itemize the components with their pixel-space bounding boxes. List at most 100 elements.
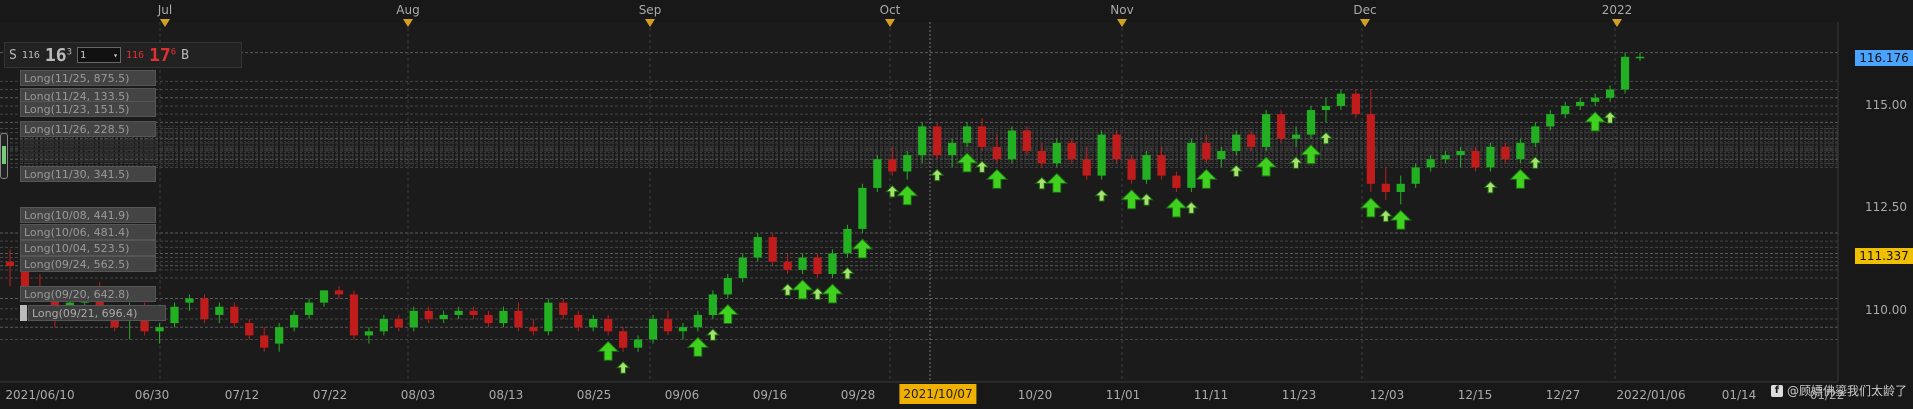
- candle-body[interactable]: [245, 323, 254, 336]
- order-label[interactable]: Long(09/21, 696.4): [28, 305, 166, 321]
- order-label[interactable]: Long(11/25, 875.5): [20, 70, 156, 86]
- candle-body[interactable]: [619, 331, 628, 348]
- candle-body[interactable]: [1605, 89, 1615, 98]
- buy-price-prefix[interactable]: 116: [126, 50, 144, 61]
- candle-body[interactable]: [858, 187, 867, 229]
- candle-body[interactable]: [1531, 126, 1540, 143]
- candle-body[interactable]: [1052, 142, 1061, 164]
- candle-body[interactable]: [873, 159, 882, 188]
- candle-body[interactable]: [589, 319, 598, 328]
- candle-body[interactable]: [813, 257, 822, 274]
- candle-body[interactable]: [768, 237, 777, 262]
- candle-body[interactable]: [1620, 56, 1630, 90]
- candle-body[interactable]: [364, 331, 374, 336]
- sell-label[interactable]: S: [9, 48, 17, 63]
- candle-body[interactable]: [334, 290, 344, 295]
- candle-body[interactable]: [1007, 130, 1017, 160]
- candle-body[interactable]: [484, 314, 493, 324]
- order-label[interactable]: Long(10/04, 523.5): [20, 240, 156, 256]
- candle-body[interactable]: [5, 261, 15, 266]
- candle-body[interactable]: [1546, 114, 1555, 127]
- candle-body[interactable]: [783, 261, 792, 270]
- candle-body[interactable]: [1142, 155, 1151, 180]
- candle-body[interactable]: [1306, 110, 1316, 135]
- candle-body[interactable]: [753, 237, 762, 258]
- candle-body[interactable]: [155, 327, 164, 332]
- candle-body[interactable]: [663, 319, 673, 332]
- candle-body[interactable]: [409, 310, 418, 328]
- candle-body[interactable]: [260, 335, 269, 348]
- quantity-select[interactable]: 1 ▾: [77, 47, 121, 63]
- candle-body[interactable]: [604, 319, 613, 332]
- candle-body[interactable]: [1441, 155, 1450, 160]
- candle-body[interactable]: [230, 306, 239, 324]
- candle-body[interactable]: [290, 314, 299, 328]
- candle-body[interactable]: [379, 319, 388, 332]
- candle-body[interactable]: [1112, 134, 1121, 160]
- candle-body[interactable]: [514, 310, 523, 328]
- candle-body[interactable]: [394, 319, 403, 328]
- buy-label[interactable]: B: [181, 48, 189, 63]
- candle-body[interactable]: [574, 314, 583, 328]
- candle-body[interactable]: [903, 155, 912, 172]
- candle-body[interactable]: [1067, 142, 1076, 160]
- candle-body[interactable]: [678, 327, 688, 332]
- candle-body[interactable]: [499, 310, 508, 324]
- candle-body[interactable]: [723, 278, 732, 295]
- candle-body[interactable]: [1576, 101, 1585, 106]
- candle-body[interactable]: [1456, 151, 1465, 156]
- candle-body[interactable]: [1561, 105, 1570, 115]
- sell-price-prefix[interactable]: 116: [22, 50, 40, 61]
- order-label[interactable]: Long(10/06, 481.4): [20, 224, 156, 240]
- candle-body[interactable]: [559, 302, 568, 315]
- candle-body[interactable]: [947, 142, 957, 156]
- order-label[interactable]: Long(11/26, 228.5): [20, 121, 156, 137]
- candle-body[interactable]: [1321, 105, 1331, 111]
- candle-body[interactable]: [1635, 56, 1645, 59]
- candle-body[interactable]: [1591, 97, 1600, 102]
- candle-body[interactable]: [933, 126, 942, 156]
- candle-body[interactable]: [708, 294, 717, 315]
- buy-price[interactable]: 176: [149, 45, 176, 66]
- candle-body[interactable]: [1217, 151, 1226, 160]
- candle-body[interactable]: [1187, 142, 1196, 188]
- candle-body[interactable]: [275, 327, 284, 344]
- candle-body[interactable]: [439, 314, 448, 320]
- candle-body[interactable]: [1232, 134, 1241, 152]
- candle-body[interactable]: [215, 306, 224, 315]
- candle-body[interactable]: [1022, 130, 1031, 152]
- candle-body[interactable]: [1172, 175, 1181, 188]
- candle-body[interactable]: [1351, 93, 1360, 115]
- candle-body[interactable]: [1336, 93, 1346, 106]
- candle-body[interactable]: [633, 339, 643, 348]
- candle-body[interactable]: [529, 327, 538, 332]
- candle-body[interactable]: [1202, 142, 1211, 160]
- side-panel-handle[interactable]: [0, 133, 8, 179]
- candle-body[interactable]: [1247, 134, 1256, 147]
- candle-body[interactable]: [544, 302, 553, 332]
- candle-body[interactable]: [1291, 134, 1301, 139]
- order-label[interactable]: Long(11/23, 151.5): [20, 101, 156, 117]
- candle-body[interactable]: [424, 310, 433, 320]
- candle-body[interactable]: [185, 298, 194, 303]
- candle-body[interactable]: [1411, 167, 1420, 184]
- candle-body[interactable]: [648, 319, 658, 340]
- candle-body[interactable]: [319, 290, 329, 303]
- candle-body[interactable]: [200, 298, 209, 320]
- candle-body[interactable]: [1082, 159, 1091, 176]
- candle-body[interactable]: [469, 310, 478, 315]
- candle-body[interactable]: [888, 159, 897, 172]
- candle-body[interactable]: [454, 310, 463, 315]
- candle-body[interactable]: [170, 306, 179, 324]
- candle-body[interactable]: [918, 126, 927, 156]
- candle-body[interactable]: [843, 228, 852, 254]
- candle-body[interactable]: [349, 294, 359, 336]
- candle-body[interactable]: [977, 126, 987, 147]
- order-label[interactable]: Long(09/24, 562.5): [20, 256, 156, 272]
- candle-body[interactable]: [1396, 183, 1405, 192]
- candle-body[interactable]: [1516, 142, 1525, 160]
- candle-body[interactable]: [962, 126, 972, 143]
- candle-body[interactable]: [1097, 134, 1106, 176]
- candle-body[interactable]: [798, 257, 807, 270]
- candle-body[interactable]: [1426, 159, 1435, 168]
